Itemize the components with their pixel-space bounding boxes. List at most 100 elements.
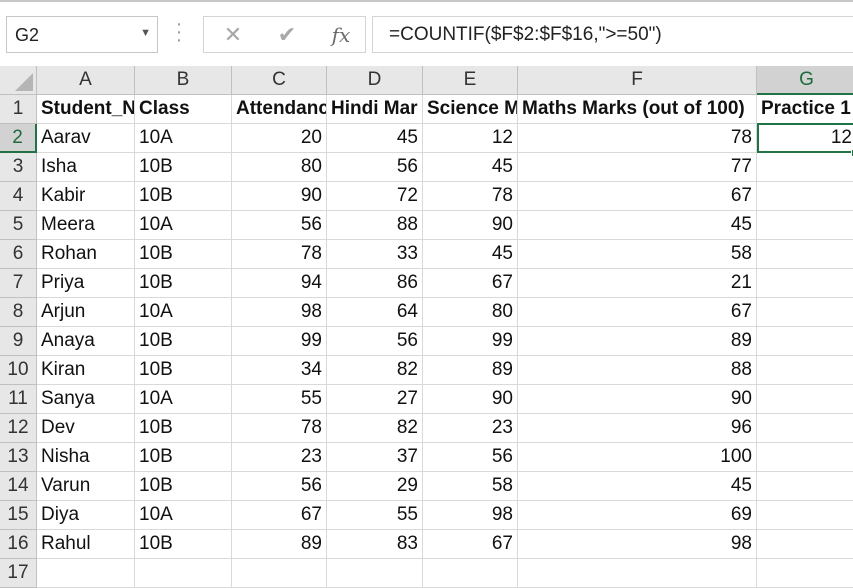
table-cell[interactable]: 29 <box>327 472 423 501</box>
table-cell[interactable]: 67 <box>518 298 757 327</box>
table-cell[interactable] <box>37 559 135 588</box>
table-cell[interactable]: 10B <box>135 472 232 501</box>
table-cell[interactable] <box>757 211 853 240</box>
table-cell[interactable]: 67 <box>423 530 518 559</box>
table-cell[interactable] <box>423 559 518 588</box>
table-cell[interactable]: 10B <box>135 443 232 472</box>
table-cell[interactable]: 89 <box>423 356 518 385</box>
row-header-17[interactable]: 17 <box>0 559 37 588</box>
column-header-b[interactable]: B <box>135 66 232 95</box>
table-cell[interactable]: Meera <box>37 211 135 240</box>
table-cell[interactable]: 58 <box>518 240 757 269</box>
table-cell[interactable] <box>757 153 853 182</box>
table-cell[interactable]: 78 <box>518 124 757 153</box>
column-header-f[interactable]: F <box>518 66 757 95</box>
table-cell[interactable] <box>757 182 853 211</box>
table-cell[interactable]: 10A <box>135 298 232 327</box>
table-cell[interactable]: 10A <box>135 501 232 530</box>
table-cell[interactable]: Dev <box>37 414 135 443</box>
table-cell[interactable]: 21 <box>518 269 757 298</box>
table-cell[interactable]: 56 <box>232 211 327 240</box>
column-title-cell[interactable]: Science M <box>423 95 518 124</box>
table-cell[interactable]: 89 <box>518 327 757 356</box>
table-cell[interactable]: 80 <box>232 153 327 182</box>
table-cell[interactable]: 23 <box>232 443 327 472</box>
table-cell[interactable]: 88 <box>518 356 757 385</box>
table-cell[interactable]: 98 <box>518 530 757 559</box>
table-cell[interactable]: 23 <box>423 414 518 443</box>
table-cell[interactable]: 45 <box>518 211 757 240</box>
table-cell[interactable]: 56 <box>423 443 518 472</box>
table-cell[interactable]: 78 <box>423 182 518 211</box>
column-header-g[interactable]: G <box>757 66 853 95</box>
table-cell[interactable]: 94 <box>232 269 327 298</box>
table-cell[interactable] <box>757 269 853 298</box>
column-title-cell[interactable]: Maths Marks (out of 100) <box>518 95 757 124</box>
row-header-3[interactable]: 3 <box>0 153 37 182</box>
check-icon[interactable]: ✔ <box>272 21 302 49</box>
table-cell[interactable]: 56 <box>232 472 327 501</box>
row-header-8[interactable]: 8 <box>0 298 37 327</box>
column-title-cell[interactable]: Class <box>135 95 232 124</box>
table-cell[interactable]: 67 <box>518 182 757 211</box>
formula-bar-handle-icon[interactable]: · · · <box>172 14 186 50</box>
column-title-cell[interactable]: Hindi Mar <box>327 95 423 124</box>
table-cell[interactable]: 98 <box>423 501 518 530</box>
table-cell[interactable]: 56 <box>327 153 423 182</box>
table-cell[interactable]: 55 <box>232 385 327 414</box>
table-cell[interactable]: 90 <box>518 385 757 414</box>
table-cell[interactable] <box>518 559 757 588</box>
table-cell[interactable] <box>757 240 853 269</box>
table-cell[interactable]: 10A <box>135 211 232 240</box>
table-cell[interactable]: 10B <box>135 182 232 211</box>
table-cell[interactable]: 10B <box>135 327 232 356</box>
table-cell[interactable]: 90 <box>423 385 518 414</box>
table-cell[interactable]: Aarav <box>37 124 135 153</box>
table-cell[interactable]: 69 <box>518 501 757 530</box>
table-cell[interactable]: 78 <box>232 240 327 269</box>
table-cell[interactable]: 88 <box>327 211 423 240</box>
table-cell[interactable]: Diya <box>37 501 135 530</box>
table-cell[interactable]: 10B <box>135 269 232 298</box>
table-cell[interactable]: 45 <box>327 124 423 153</box>
table-cell[interactable] <box>757 501 853 530</box>
table-cell[interactable]: 96 <box>518 414 757 443</box>
column-header-e[interactable]: E <box>423 66 518 95</box>
table-cell[interactable]: 89 <box>232 530 327 559</box>
table-cell[interactable]: 90 <box>423 211 518 240</box>
table-cell[interactable]: 10B <box>135 414 232 443</box>
row-header-9[interactable]: 9 <box>0 327 37 356</box>
chevron-down-icon[interactable]: ▼ <box>140 27 151 39</box>
table-cell[interactable]: 33 <box>327 240 423 269</box>
table-cell[interactable]: Anaya <box>37 327 135 356</box>
table-cell[interactable]: Rohan <box>37 240 135 269</box>
table-cell[interactable]: 55 <box>327 501 423 530</box>
table-cell[interactable]: 10B <box>135 153 232 182</box>
row-header-16[interactable]: 16 <box>0 530 37 559</box>
row-header-1[interactable]: 1 <box>0 95 37 124</box>
table-cell[interactable]: 86 <box>327 269 423 298</box>
table-cell[interactable]: 67 <box>423 269 518 298</box>
name-box[interactable]: G2 ▼ <box>6 16 158 53</box>
table-cell[interactable]: 80 <box>423 298 518 327</box>
table-cell[interactable]: Isha <box>37 153 135 182</box>
table-cell[interactable]: 98 <box>232 298 327 327</box>
row-header-11[interactable]: 11 <box>0 385 37 414</box>
row-header-4[interactable]: 4 <box>0 182 37 211</box>
table-cell[interactable] <box>135 559 232 588</box>
table-cell[interactable] <box>757 414 853 443</box>
table-cell[interactable] <box>757 327 853 356</box>
column-header-a[interactable]: A <box>37 66 135 95</box>
column-header-c[interactable]: C <box>232 66 327 95</box>
insert-function-button[interactable]: fx <box>326 21 356 49</box>
table-cell[interactable]: Priya <box>37 269 135 298</box>
table-cell[interactable] <box>757 443 853 472</box>
table-cell[interactable]: 77 <box>518 153 757 182</box>
row-header-2[interactable]: 2 <box>0 124 37 153</box>
table-cell[interactable] <box>232 559 327 588</box>
table-cell[interactable]: 99 <box>232 327 327 356</box>
column-title-cell[interactable]: Student_N <box>37 95 135 124</box>
column-title-cell[interactable]: Attendanc <box>232 95 327 124</box>
table-cell[interactable]: 67 <box>232 501 327 530</box>
row-header-14[interactable]: 14 <box>0 472 37 501</box>
